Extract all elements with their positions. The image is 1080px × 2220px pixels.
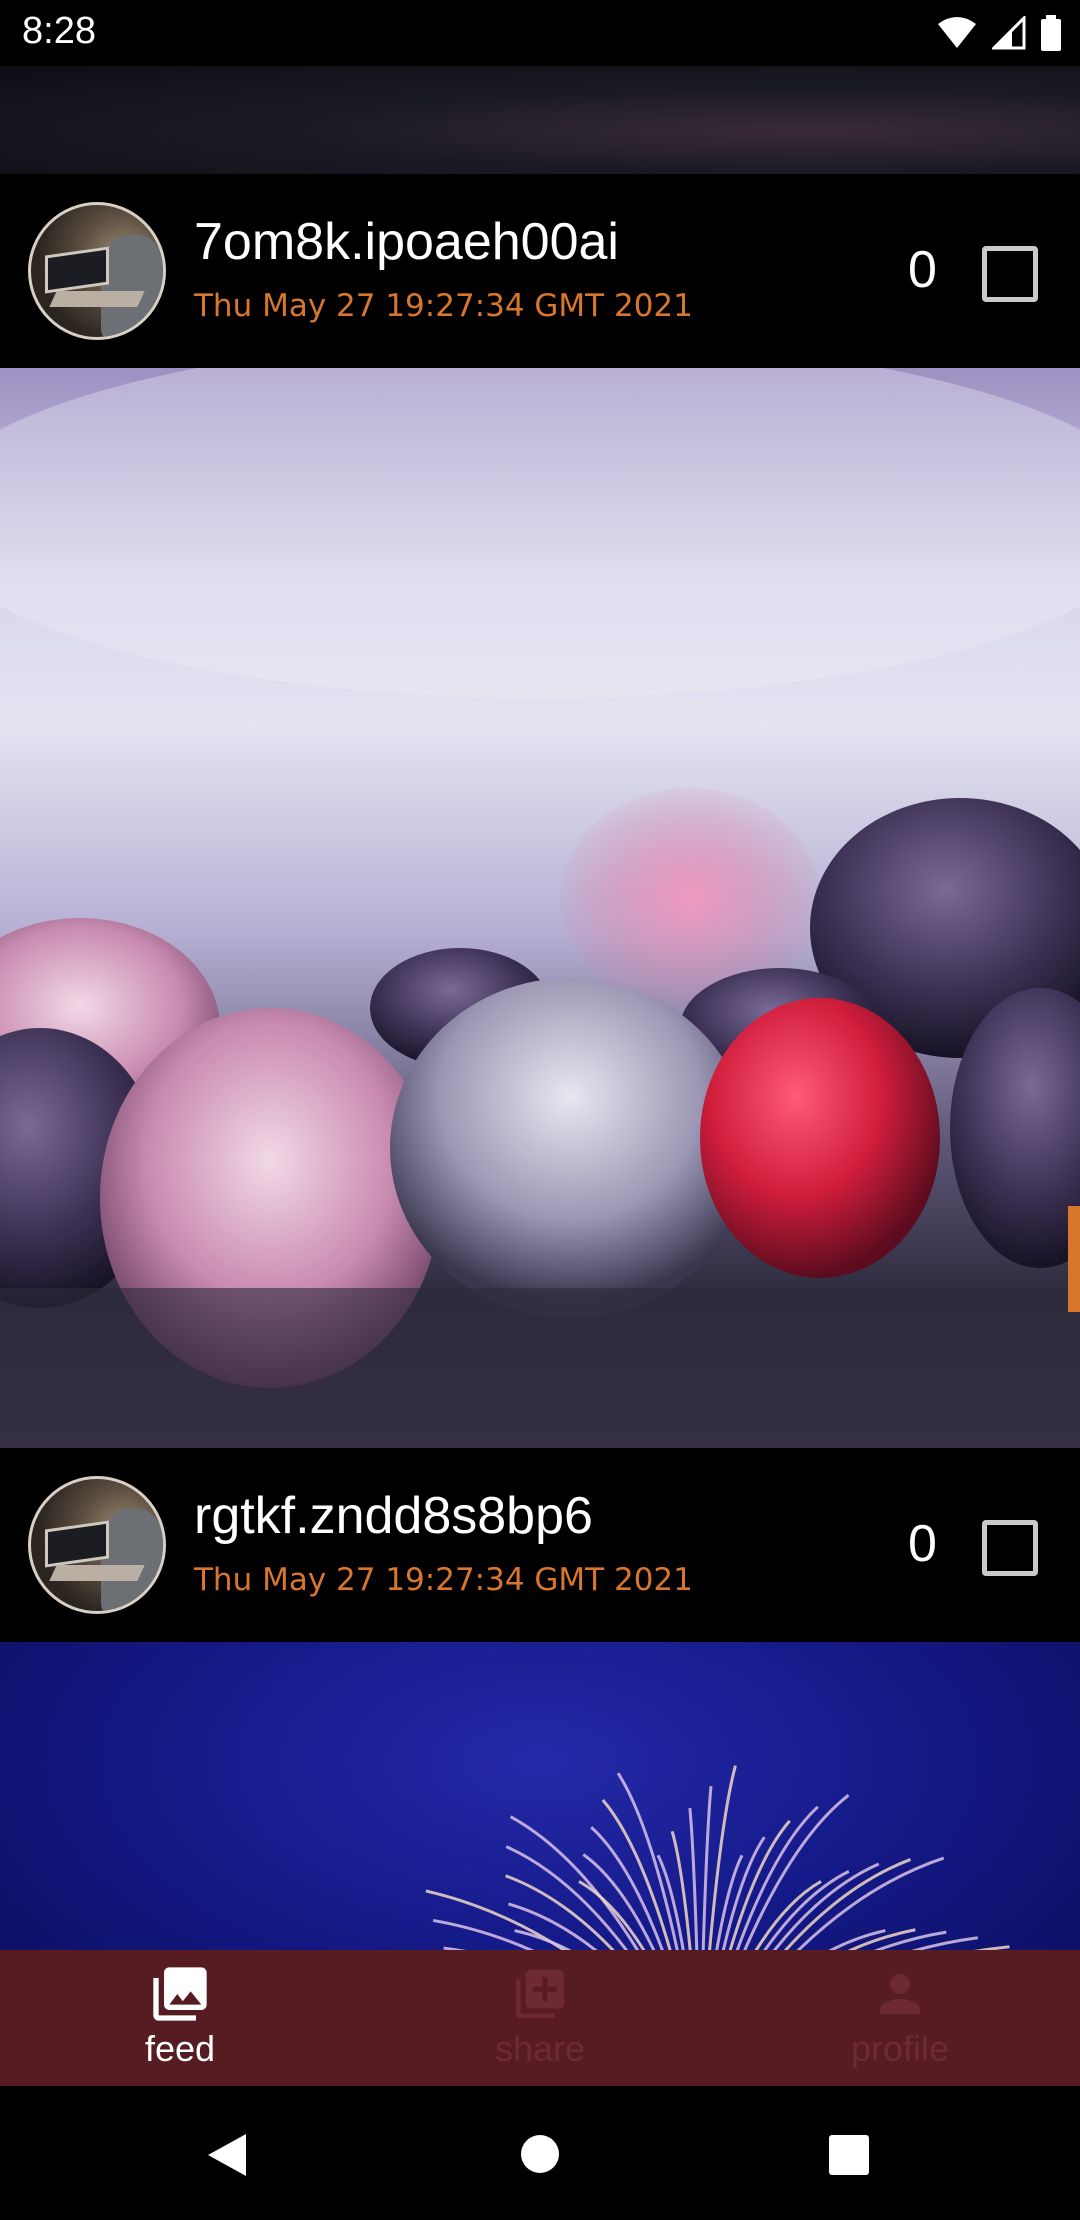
post-username[interactable]: rgtkf.zndd8s8bp6 [194, 1486, 593, 1546]
post-timestamp: Thu May 27 19:27:34 GMT 2021 [194, 1562, 693, 1598]
like-checkbox[interactable] [982, 1520, 1038, 1576]
add-to-photos-icon [515, 1969, 565, 2019]
photo-library-icon [153, 1967, 207, 2021]
feed-list[interactable]: 7om8k.ipoaeh00ai Thu May 27 19:27:34 GMT… [0, 66, 1080, 1950]
cellular-signal-icon [992, 16, 1026, 50]
post-image[interactable] [0, 1642, 1080, 1950]
post-timestamp: Thu May 27 19:27:34 GMT 2021 [194, 288, 693, 324]
post-header: rgtkf.zndd8s8bp6 Thu May 27 19:27:34 GMT… [0, 1448, 1080, 1642]
post-username[interactable]: 7om8k.ipoaeh00ai [194, 212, 619, 272]
nav-item-share[interactable]: share [360, 1950, 720, 2086]
nav-item-profile[interactable]: profile [720, 1950, 1080, 2086]
recents-icon[interactable] [828, 2134, 870, 2176]
person-icon [880, 1974, 920, 2014]
frozen-berries-photo [0, 368, 1080, 1448]
nav-item-feed[interactable]: feed [0, 1950, 360, 2086]
like-count: 0 [908, 241, 937, 299]
status-icons [936, 14, 1062, 52]
home-icon[interactable] [520, 2134, 560, 2174]
nav-label-share: share [494, 2028, 586, 2069]
back-icon[interactable] [204, 2132, 250, 2178]
post-image[interactable] [0, 368, 1080, 1448]
system-navigation-bar [0, 2086, 1080, 2220]
battery-icon [1041, 15, 1061, 51]
status-bar: 8:28 [0, 0, 1080, 66]
scroll-indicator[interactable] [1068, 1206, 1080, 1312]
wifi-icon [938, 17, 976, 48]
post-header: 7om8k.ipoaeh00ai Thu May 27 19:27:34 GMT… [0, 174, 1080, 368]
avatar[interactable] [28, 202, 166, 340]
nav-label-feed: feed [144, 2028, 216, 2069]
like-checkbox[interactable] [982, 246, 1038, 302]
fireworks-photo [425, 1765, 1010, 1950]
bottom-navigation: feed share profile [0, 1950, 1080, 2086]
status-time: 8:28 [22, 10, 96, 52]
like-count: 0 [908, 1515, 937, 1573]
avatar[interactable] [28, 1476, 166, 1614]
nav-label-profile: profile [850, 2028, 950, 2069]
post-image-previous [0, 66, 1080, 174]
